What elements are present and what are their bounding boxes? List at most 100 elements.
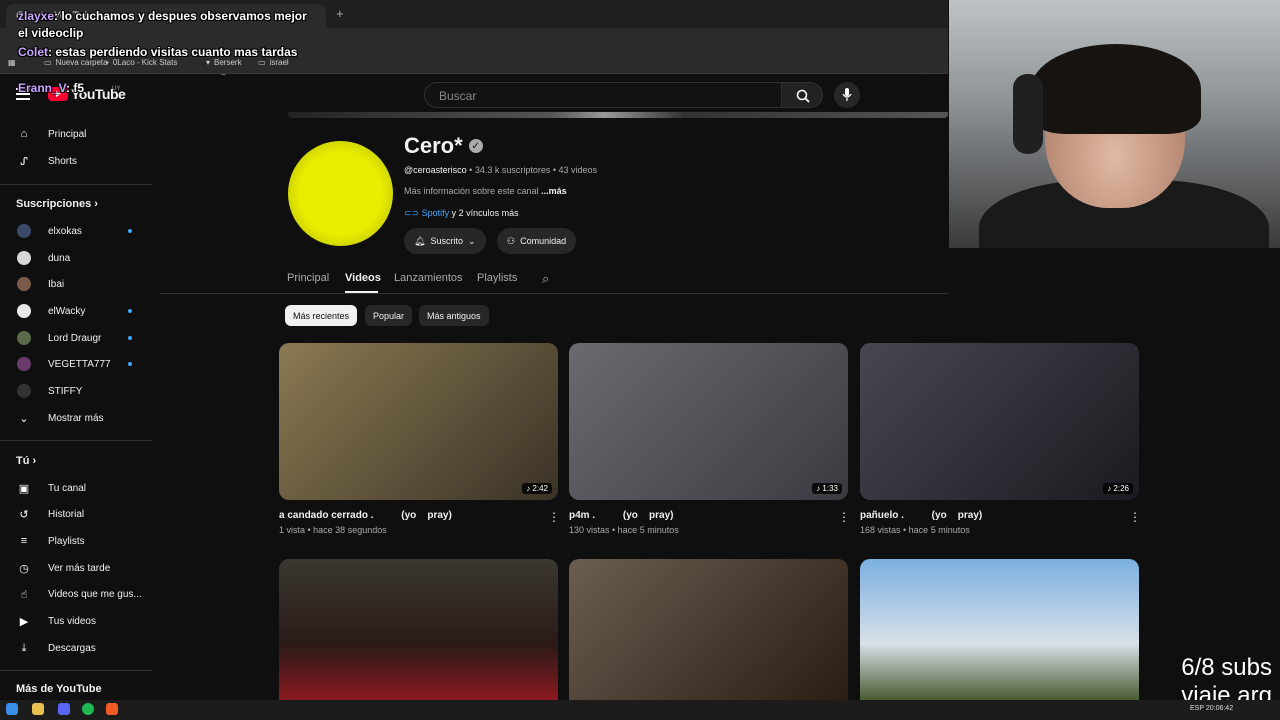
sidebar-item-liked[interactable]: ☝ Videos que me gus... (0, 581, 152, 607)
subscription-item[interactable]: VEGETTA777 (0, 351, 152, 377)
sidebar-item-label: Mostrar más (48, 412, 104, 424)
more-options-icon[interactable]: ⋮ (838, 510, 850, 524)
video-thumbnail[interactable]: ♪ 2:42 (279, 343, 558, 500)
video-title[interactable]: a candado cerrado . (yo pray) (279, 510, 452, 521)
sidebar-item-playlists[interactable]: ≡ Playlists (0, 528, 152, 554)
sidebar-item-principal[interactable]: ⌂ Principal (0, 121, 152, 147)
subscription-item[interactable]: STIFFY (0, 378, 152, 404)
chip-recent[interactable]: Más recientes (285, 305, 358, 326)
sidebar-item-your-videos[interactable]: ▶ Tus videos (0, 608, 152, 634)
spotify-link[interactable]: Spotify (422, 208, 450, 218)
subscriptions-title: Suscripciones (16, 198, 92, 210)
history-icon: ↺ (19, 508, 29, 521)
avatar (17, 251, 31, 265)
channel-name: Cero* ✓ (404, 133, 483, 159)
more-options-icon[interactable]: ⋮ (548, 510, 560, 524)
webcam-overlay (949, 0, 1280, 248)
sidebar-item-label: Descargas (48, 642, 96, 654)
tab-principal[interactable]: Principal (287, 272, 329, 284)
subscription-item[interactable]: Lord Draugr (0, 325, 152, 351)
show-more-button[interactable]: ⌄ Mostrar más (0, 405, 152, 431)
your-videos-icon: ▶ (19, 615, 29, 628)
clock: 20:06:42 (1205, 705, 1234, 712)
duration-text: 1:33 (822, 484, 838, 493)
sidebar-item-historial[interactable]: ↺ Historial (0, 501, 152, 527)
subscription-item[interactable]: Ibai (0, 271, 152, 297)
windows-start-icon[interactable] (6, 703, 18, 715)
tab-playlists[interactable]: Playlists (477, 272, 517, 284)
sidebar-item-downloads[interactable]: ⤓ Descargas (0, 635, 152, 661)
more-options-icon[interactable]: ⋮ (1129, 510, 1141, 524)
spotify-icon[interactable] (82, 703, 94, 715)
sidebar-item-label: Principal (48, 128, 87, 140)
more-link: ...más (541, 186, 567, 196)
search-input[interactable]: Buscar (424, 82, 782, 108)
sidebar-item-watch-later[interactable]: ◷ Ver más tarde (0, 555, 152, 581)
subscription-item[interactable]: duna (0, 245, 152, 271)
sidebar-item-label: Playlists (48, 535, 85, 547)
verified-icon: ✓ (468, 139, 483, 153)
sidebar-item-label: STIFFY (48, 385, 83, 397)
sidebar-item-label: Videos que me gus... (48, 588, 142, 600)
channel-avatar (288, 141, 393, 246)
sidebar-item-label: Historial (48, 508, 85, 520)
subscription-item[interactable]: elWacky (0, 298, 152, 324)
file-explorer-icon[interactable] (32, 703, 44, 715)
video-meta: 168 vistas • hace 5 minutos (860, 525, 970, 535)
community-label: Comunidad (520, 236, 567, 246)
tab-lanzamientos[interactable]: Lanzamientos (394, 272, 463, 284)
search-button[interactable] (781, 82, 823, 108)
you-header[interactable]: Tú › (16, 455, 36, 467)
voice-search-button[interactable] (834, 82, 860, 108)
video-title[interactable]: p4m . (yo pray) (569, 510, 673, 521)
subscription-item[interactable]: elxokas (0, 218, 152, 244)
chat-message: zlayxe: lo cuchamos y despues observamos… (18, 8, 318, 42)
video-thumbnail[interactable] (569, 559, 848, 700)
chip-oldest[interactable]: Más antiguos (419, 305, 489, 326)
channel-search-icon[interactable]: ⌕ (542, 271, 549, 287)
subscribed-button[interactable]: 🔔︎ Suscrito ⌄ (404, 228, 486, 254)
sidebar-item-tu-canal[interactable]: ▣ Tu canal (0, 475, 152, 501)
video-meta: 1 vista • hace 38 segundos (279, 525, 387, 535)
video-count: 43 videos (558, 165, 598, 175)
chip-popular[interactable]: Popular (365, 305, 413, 326)
duration-badge: ♪ 2:42 (522, 483, 552, 494)
video-thumbnail[interactable] (860, 559, 1139, 700)
channel-description[interactable]: Más información sobre este canal ...más (404, 186, 567, 196)
sidebar-item-label: Shorts (48, 155, 77, 167)
community-button[interactable]: ⚇ Comunidad (497, 228, 577, 254)
video-thumbnail[interactable]: ♪ 1:33 (569, 343, 848, 500)
brave-icon[interactable] (106, 703, 118, 715)
channel-name-text: Cero* (404, 133, 463, 158)
discord-icon[interactable] (58, 703, 70, 715)
chat-user: zlayxe (18, 9, 55, 23)
subscriptions-header[interactable]: Suscripciones › (16, 198, 98, 210)
more-links-text: y 2 vínculos más (451, 208, 519, 218)
apps-grid-icon[interactable]: ▦ (8, 58, 16, 67)
new-content-dot (128, 362, 132, 366)
home-icon: ⌂ (20, 128, 28, 140)
like-icon: ☝ (20, 588, 28, 601)
tab-videos[interactable]: Videos (345, 272, 381, 284)
more-info-text: Más información sobre este canal (404, 186, 539, 196)
video-title[interactable]: pañuelo . (yo pray) (860, 510, 982, 521)
chat-user: Erann_V (18, 81, 67, 95)
channel-banner (288, 112, 948, 118)
new-content-dot (128, 309, 132, 313)
sidebar-divider (0, 670, 152, 671)
sidebar-item-shorts[interactable]: ᔑ Shorts (0, 148, 152, 174)
duration-text: 2:26 (1113, 484, 1129, 493)
sidebar-divider (0, 440, 152, 441)
channel-icon: ▣ (18, 482, 30, 495)
new-tab-button[interactable]: + (336, 6, 344, 21)
sidebar-item-label: Ibai (48, 278, 65, 290)
sidebar-item-label: Tu canal (48, 482, 86, 494)
video-thumbnail[interactable]: ♪ 2:26 (860, 343, 1139, 500)
system-tray: ESP 20:06:42 (1190, 705, 1233, 712)
more-from-youtube-header: Más de YouTube (16, 683, 102, 695)
sidebar-item-label: duna (48, 252, 71, 264)
headset (1013, 74, 1043, 154)
link-icon: ⊂⊃ (404, 208, 420, 218)
channel-links[interactable]: ⊂⊃ Spotify y 2 vínculos más (404, 208, 519, 219)
video-thumbnail[interactable] (279, 559, 558, 700)
